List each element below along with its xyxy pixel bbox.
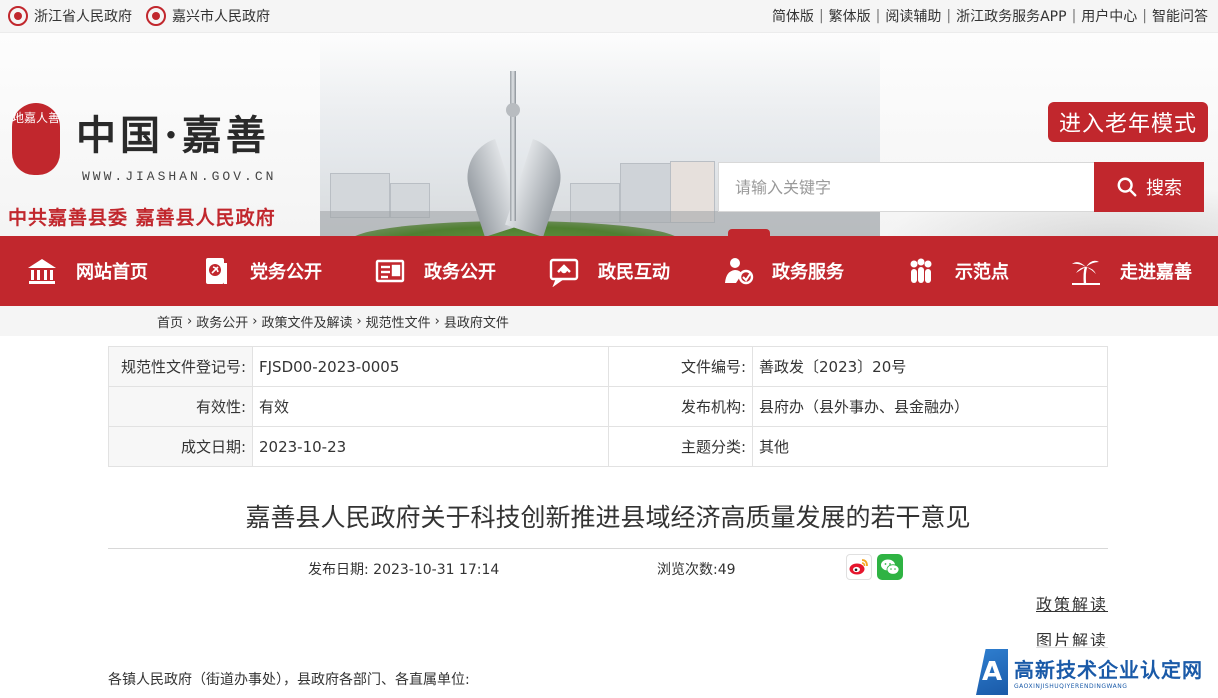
meta-label: 文件编号:: [608, 346, 753, 387]
table-row: 成文日期: 2023-10-23 主题分类: 其他: [108, 426, 1108, 467]
meta-value: 2023-10-23: [252, 426, 609, 467]
meta-label: 发布机构:: [608, 386, 753, 427]
breadcrumb-separator: ›: [187, 313, 193, 329]
gov-link-label: 嘉兴市人民政府: [172, 9, 270, 25]
sculpture-spire: [510, 71, 516, 221]
app-link[interactable]: 浙江政务服务APP: [956, 6, 1066, 26]
logo-subtitle: 中共嘉善县委 嘉善县人民政府: [8, 207, 276, 229]
gov-links: 浙江省人民政府 嘉兴市人民政府: [8, 6, 270, 26]
party-icon: [206, 258, 227, 284]
meta-value: 善政发〔2023〕20号: [752, 346, 1108, 387]
divider: |: [1071, 8, 1077, 24]
logo-seal: 地嘉人善: [12, 103, 60, 175]
nav-item-demo-sites[interactable]: 示范点: [870, 236, 1044, 306]
wechat-share-button[interactable]: [877, 554, 903, 580]
sculpture-ball: [506, 103, 520, 117]
site-header: 地嘉人善 中国·嘉善 WWW.JIASHAN.GOV.CN 中共嘉善县委 嘉善县…: [0, 33, 1218, 236]
wechat-icon: [881, 559, 900, 575]
breadcrumb-item[interactable]: 首页: [157, 312, 183, 331]
top-bar: 浙江省人民政府 嘉兴市人民政府 简体版 | 繁体版 | 阅读辅助 | 浙江政务服务AP…: [0, 0, 1218, 33]
breadcrumb-separator: ›: [252, 313, 258, 329]
meta-label: 规范性文件登记号:: [108, 346, 253, 387]
chat-icon: [549, 258, 579, 287]
watermark-en: GAOXINJISHUQIYERENDINGWANG: [1014, 683, 1128, 690]
home-icon: [28, 259, 56, 284]
table-row: 有效性: 有效 发布机构: 县府办（县外事办、县金融办）: [108, 386, 1108, 427]
nav-label: 示范点: [955, 262, 1009, 283]
breadcrumb-item[interactable]: 县政府文件: [444, 312, 509, 331]
meta-value: 县府办（县外事办、县金融办）: [752, 386, 1108, 427]
logo-title[interactable]: 中国·嘉善: [76, 103, 270, 161]
gov-emblem-icon: [8, 6, 28, 26]
watermark-cn: 高新技术企业认定网: [1014, 658, 1203, 682]
divider: |: [818, 8, 824, 24]
meta-label: 主题分类:: [608, 426, 753, 467]
nav-label: 党务公开: [250, 262, 322, 283]
nav-label: 网站首页: [76, 262, 148, 283]
breadcrumb-item[interactable]: 政策文件及解读: [261, 312, 352, 331]
main-nav: 网站首页 党务公开 政务公开 政民互动 政务服务 示范点 走进嘉善: [0, 236, 1218, 306]
doc-icon: [375, 259, 405, 283]
smart-qa-link[interactable]: 智能问答: [1152, 6, 1208, 26]
search-button-label: 搜索: [1146, 178, 1182, 199]
nav-item-party[interactable]: 党务公开: [174, 236, 348, 306]
search-input[interactable]: [718, 162, 1094, 212]
nav-label: 政务公开: [424, 262, 496, 283]
breadcrumb-separator: ›: [434, 313, 440, 329]
gov-link-label: 浙江省人民政府: [34, 9, 132, 25]
breadcrumb: 首页 › 政务公开 › 政策文件及解读 › 规范性文件 › 县政府文件: [0, 306, 1218, 336]
people-icon: [910, 258, 932, 283]
breadcrumb-separator: ›: [356, 313, 362, 329]
search-bar: 搜索: [718, 162, 1204, 212]
palm-icon: [1072, 260, 1100, 285]
nav-label: 政务服务: [772, 262, 844, 283]
service-icon: [725, 258, 754, 285]
meta-label: 成文日期:: [108, 426, 253, 467]
breadcrumb-item[interactable]: 政务公开: [196, 312, 248, 331]
divider: |: [946, 8, 952, 24]
traditional-link[interactable]: 繁体版: [829, 6, 871, 26]
weibo-share-button[interactable]: [846, 554, 872, 580]
gov-link-jiaxing[interactable]: 嘉兴市人民政府: [146, 6, 270, 26]
meta-value: FJSD00-2023-0005: [252, 346, 609, 387]
watermark-text: 高新技术企业认定网 GAOXINJISHUQIYERENDINGWANG: [1014, 654, 1203, 690]
publish-date: 发布日期: 2023-10-31 17:14: [308, 562, 500, 578]
weibo-icon: [849, 559, 868, 575]
watermark: A 高新技术企业认定网 GAOXINJISHUQIYERENDINGWANG: [972, 646, 1218, 698]
elder-mode-button[interactable]: 进入老年模式: [1048, 102, 1208, 142]
divider: |: [1142, 8, 1147, 24]
title-divider: [108, 548, 1108, 549]
article-title: 嘉善县人民政府关于科技创新推进县域经济高质量发展的若干意见: [245, 503, 971, 532]
reading-aid-link[interactable]: 阅读辅助: [885, 6, 941, 26]
search-icon: [1117, 177, 1137, 197]
policy-interpretation-link[interactable]: 政策解读: [1036, 591, 1108, 615]
logo-url: WWW.JIASHAN.GOV.CN: [82, 169, 277, 184]
gov-link-zhejiang[interactable]: 浙江省人民政府: [8, 6, 132, 26]
nav-item-services[interactable]: 政务服务: [696, 236, 870, 306]
meta-value: 其他: [752, 426, 1108, 467]
user-center-link[interactable]: 用户中心: [1081, 6, 1137, 26]
nav-label: 政民互动: [598, 262, 670, 283]
meta-label: 有效性:: [108, 386, 253, 427]
meta-value: 有效: [252, 386, 609, 427]
article-salutation: 各镇人民政府（街道办事处），县政府各部门、各直属单位:: [108, 672, 470, 688]
gov-emblem-icon: [146, 6, 166, 26]
banner-bus: [728, 229, 770, 236]
search-button[interactable]: 搜索: [1094, 162, 1204, 212]
nav-item-gov-affairs[interactable]: 政务公开: [348, 236, 522, 306]
nav-label: 走进嘉善: [1120, 262, 1192, 283]
watermark-logo: A: [976, 649, 1008, 695]
nav-item-about-jiashan[interactable]: 走进嘉善: [1044, 236, 1218, 306]
table-row: 规范性文件登记号: FJSD00-2023-0005 文件编号: 善政发〔202…: [108, 346, 1108, 387]
nav-item-interaction[interactable]: 政民互动: [522, 236, 696, 306]
divider: |: [875, 8, 881, 24]
nav-item-home[interactable]: 网站首页: [0, 236, 174, 306]
breadcrumb-item[interactable]: 规范性文件: [366, 312, 431, 331]
top-links: 简体版 | 繁体版 | 阅读辅助 | 浙江政务服务APP | 用户中心 | 智能问答: [772, 6, 1208, 26]
simplified-link[interactable]: 简体版: [772, 6, 814, 26]
view-count: 浏览次数:49: [657, 562, 736, 578]
document-meta-table: 规范性文件登记号: FJSD00-2023-0005 文件编号: 善政发〔202…: [108, 346, 1108, 467]
